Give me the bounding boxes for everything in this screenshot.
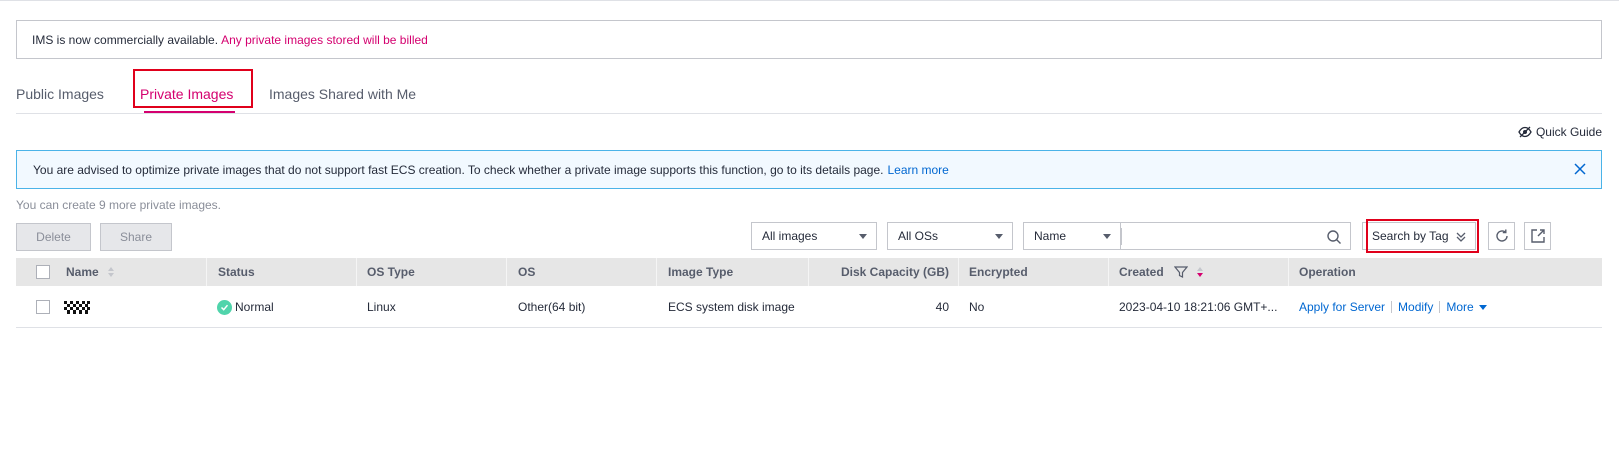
- tab-images-shared-with-me[interactable]: Images Shared with Me: [269, 86, 416, 102]
- caret-down-icon: [859, 234, 867, 239]
- created-cell: 2023-04-10 18:21:06 GMT+...: [1119, 300, 1278, 314]
- os-cell: Other(64 bit): [518, 300, 586, 314]
- search-separator: [1121, 228, 1122, 245]
- header-created-label: Created: [1119, 265, 1164, 279]
- delete-button[interactable]: Delete: [16, 223, 91, 251]
- column-header-encrypted: Encrypted: [969, 265, 1028, 279]
- more-dropdown[interactable]: More: [1446, 300, 1487, 314]
- search-input[interactable]: [1121, 222, 1351, 250]
- operation-separator: [1391, 301, 1393, 313]
- operation-separator: [1439, 301, 1441, 313]
- top-divider: [0, 0, 1619, 1]
- caret-down-icon: [1103, 234, 1111, 239]
- column-header-image-type: Image Type: [668, 265, 734, 279]
- image-type-cell: ECS system disk image: [668, 300, 795, 314]
- check-circle-icon: [217, 299, 232, 315]
- private-images-table: Name Status OS Type OS Image Type Disk C…: [16, 258, 1602, 328]
- table-header: Name Status OS Type OS Image Type Disk C…: [16, 258, 1602, 286]
- apply-for-server-link[interactable]: Apply for Server: [1299, 300, 1385, 314]
- disk-capacity-cell: 40: [935, 300, 949, 314]
- column-header-name[interactable]: Name: [56, 258, 115, 286]
- select-all-checkbox[interactable]: [36, 265, 50, 279]
- image-type-select[interactable]: All images: [751, 222, 877, 250]
- notice-highlight: Any private images stored will be billed: [221, 32, 428, 47]
- row-checkbox[interactable]: [36, 300, 50, 314]
- column-divider: [506, 258, 507, 286]
- caret-down-icon: [995, 234, 1003, 239]
- header-name-label: Name: [66, 265, 99, 279]
- export-button[interactable]: [1524, 222, 1551, 250]
- column-divider: [656, 258, 657, 286]
- learn-more-link[interactable]: Learn more: [887, 163, 948, 177]
- share-button[interactable]: Share: [100, 223, 172, 251]
- column-divider: [206, 258, 207, 286]
- os-select-value: All OSs: [898, 229, 939, 243]
- encrypted-cell: No: [969, 300, 985, 314]
- close-icon[interactable]: [1573, 162, 1587, 176]
- search-icon[interactable]: [1326, 229, 1342, 245]
- table-row: Normal Linux Other(64 bit) ECS system di…: [16, 286, 1602, 328]
- operation-cell: Apply for Server Modify More: [1289, 286, 1487, 328]
- column-header-operation: Operation: [1299, 265, 1356, 279]
- active-tab-indicator: [144, 111, 235, 113]
- caret-down-icon: [1478, 305, 1487, 311]
- redacted-name-image: [64, 300, 90, 314]
- search-field-select[interactable]: Name: [1023, 222, 1121, 250]
- os-type-cell: Linux: [367, 300, 396, 314]
- refresh-button[interactable]: [1488, 222, 1515, 250]
- highlight-box-search-by-tag: [1366, 219, 1479, 253]
- eye-off-icon: [1518, 126, 1532, 138]
- quota-text: You can create 9 more private images.: [16, 198, 222, 212]
- tab-public-images[interactable]: Public Images: [16, 86, 104, 102]
- notice-text: IMS is now commercially available.: [32, 32, 219, 47]
- os-select[interactable]: All OSs: [887, 222, 1013, 250]
- status-text: Normal: [235, 300, 274, 314]
- export-icon: [1530, 229, 1545, 243]
- column-header-os: OS: [518, 265, 536, 279]
- image-tabs: Public Images Private Images Images Shar…: [16, 69, 1602, 114]
- filter-icon[interactable]: [1173, 265, 1188, 279]
- modify-link[interactable]: Modify: [1398, 300, 1433, 314]
- more-label: More: [1446, 300, 1474, 314]
- highlight-box-private-images: [133, 69, 253, 108]
- image-type-value: All images: [762, 229, 818, 243]
- column-header-status: Status: [218, 265, 255, 279]
- billing-notice: IMS is now commercially available. Any p…: [16, 20, 1602, 59]
- optimization-info-banner: You are advised to optimize private imag…: [16, 150, 1602, 189]
- quick-guide-label: Quick Guide: [1535, 125, 1602, 139]
- search-field-value: Name: [1034, 229, 1067, 243]
- info-banner-text: You are advised to optimize private imag…: [33, 162, 884, 177]
- refresh-icon: [1495, 229, 1508, 242]
- column-header-disk-capacity: Disk Capacity (GB): [840, 265, 949, 279]
- sort-desc-icon[interactable]: [1196, 266, 1204, 278]
- quick-guide-link[interactable]: Quick Guide: [1518, 125, 1602, 139]
- sort-icon[interactable]: [107, 266, 115, 278]
- image-name-cell[interactable]: [54, 286, 90, 328]
- column-header-os-type: OS Type: [367, 265, 415, 279]
- status-cell: Normal: [208, 286, 274, 328]
- column-header-created[interactable]: Created: [1109, 258, 1204, 286]
